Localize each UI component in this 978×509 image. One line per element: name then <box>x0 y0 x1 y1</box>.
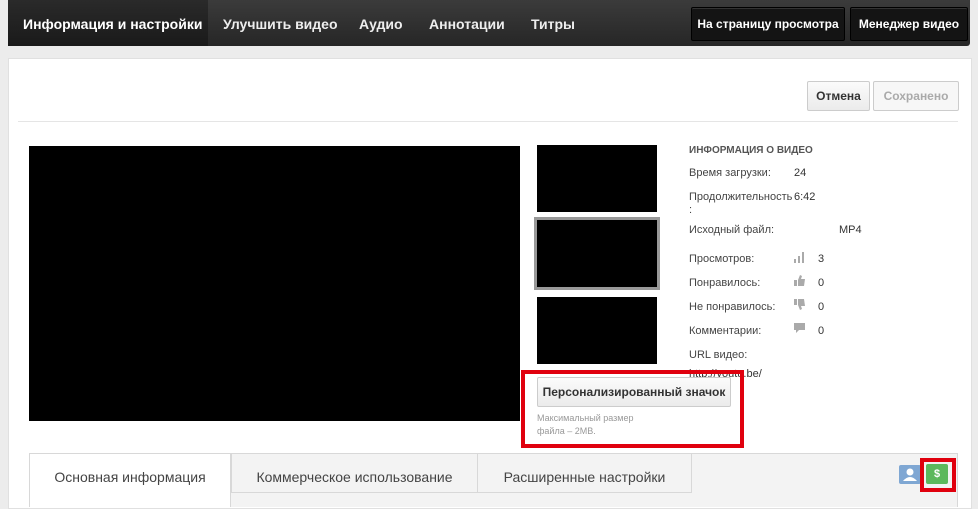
upload-time-value: 24 <box>794 167 807 179</box>
tab-captions[interactable]: Титры <box>531 0 575 46</box>
tab-enhance-video[interactable]: Улучшить видео <box>223 0 338 46</box>
comments-label: Комментарии: <box>689 325 762 337</box>
thumbnail-3[interactable] <box>537 297 657 364</box>
likes-label: Понравилось: <box>689 277 761 289</box>
thumbs-up-icon <box>794 275 805 289</box>
top-nav: Информация и настройки Улучшить видео Ау… <box>8 0 970 46</box>
duration-value: 6:42 <box>794 191 816 203</box>
thumbnail-hint-line2: файла – 2MB. <box>537 426 596 436</box>
comment-icon <box>794 323 805 337</box>
watch-page-button[interactable]: На страницу просмотра <box>691 7 845 41</box>
video-url-label: URL видео: <box>689 349 748 361</box>
upload-time-label: Время загрузки: <box>689 167 771 179</box>
tab-advanced-settings[interactable]: Расширенные настройки <box>477 453 692 493</box>
tab-basic-info[interactable]: Основная информация <box>29 453 231 507</box>
tab-info-settings[interactable]: Информация и настройки <box>8 0 208 46</box>
duration-label: Продолжительность <box>689 191 793 203</box>
dislikes-value: 0 <box>818 301 825 313</box>
dollar-icon[interactable]: $ <box>926 464 948 484</box>
likes-value: 0 <box>818 277 825 289</box>
thumbnail-1[interactable] <box>537 145 657 212</box>
video-manager-button[interactable]: Менеджер видео <box>850 7 968 41</box>
bar-chart-icon <box>794 251 805 266</box>
thumbnail-hint-line1: Максимальный размер <box>537 413 634 423</box>
source-file-value: MP4 <box>839 224 862 236</box>
thumbnail-2-selected[interactable] <box>534 217 660 290</box>
tab-audio[interactable]: Аудио <box>359 0 403 46</box>
divider <box>18 121 958 122</box>
views-value: 3 <box>818 253 825 265</box>
dislikes-label: Не понравилось: <box>689 301 776 313</box>
cancel-button[interactable]: Отмена <box>807 81 870 111</box>
views-label: Просмотров: <box>689 253 755 265</box>
thumbs-down-icon <box>794 299 805 313</box>
tab-annotations[interactable]: Аннотации <box>429 0 505 46</box>
video-info-title: ИНФОРМАЦИЯ О ВИДЕО <box>689 145 813 156</box>
duration-colon: : <box>689 204 693 216</box>
source-file-label: Исходный файл: <box>689 224 775 236</box>
comments-value: 0 <box>818 325 825 337</box>
custom-thumbnail-button[interactable]: Персонализированный значок <box>537 377 731 407</box>
saved-button[interactable]: Сохранено <box>873 81 959 111</box>
video-player[interactable] <box>29 146 520 421</box>
user-icon[interactable] <box>899 465 921 484</box>
tab-monetization[interactable]: Коммерческое использование <box>231 453 478 493</box>
